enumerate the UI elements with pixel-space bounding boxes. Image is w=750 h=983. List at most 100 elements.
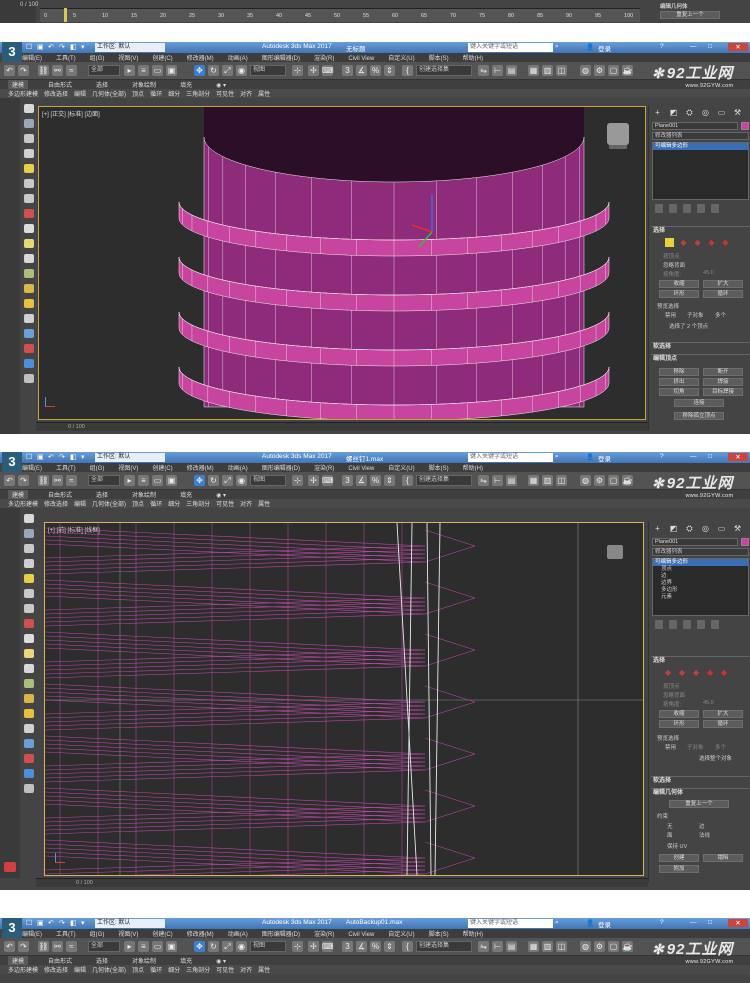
quick-access-icon[interactable]: ☐ <box>26 919 32 927</box>
modifier-list-dropdown[interactable]: 修改器列表 <box>652 548 749 556</box>
quick-access-icon[interactable]: ↶ <box>48 453 54 461</box>
stack-item[interactable]: 边 <box>653 573 748 580</box>
ribbon-tab[interactable]: 对象绘制 <box>128 80 160 89</box>
ribbon-panel-label[interactable]: 循环 <box>150 965 162 974</box>
maximize-icon[interactable]: □ <box>708 453 712 460</box>
menu-item[interactable]: 创建(C) <box>152 463 172 472</box>
image-icon[interactable] <box>24 119 34 128</box>
menu-item[interactable]: 编辑(E) <box>22 53 42 62</box>
joint-icon[interactable] <box>24 209 34 218</box>
named-selection-dropdown[interactable]: 创建选择集 <box>416 941 472 952</box>
rollout-soft-header[interactable]: 软选择 <box>651 776 749 785</box>
utilities-tab-icon[interactable]: ⚒ <box>733 108 742 117</box>
ribbon-panel-label[interactable]: 顶点 <box>132 965 144 974</box>
grid-icon[interactable] <box>24 739 34 748</box>
box-icon[interactable] <box>24 224 34 233</box>
ribbon-tab[interactable]: 填充 <box>176 956 196 965</box>
menu-item[interactable]: 渲染(R) <box>314 463 334 472</box>
curve-editor-icon[interactable]: ◫ <box>556 475 567 486</box>
layers-icon[interactable]: ▤ <box>506 941 517 952</box>
attach-button[interactable]: 附加 <box>659 865 699 873</box>
user-icon[interactable]: 👤 <box>586 919 594 927</box>
ribbon-tab[interactable]: 对象绘制 <box>128 956 160 965</box>
user-icon[interactable]: 👤 <box>586 453 594 461</box>
ribbon-tab[interactable]: 建模 <box>8 80 29 89</box>
stack-item[interactable]: 边界 <box>653 580 748 587</box>
keyboard-shortcut-icon[interactable]: ⌨ <box>322 65 334 76</box>
select-icon[interactable]: ▸ <box>124 941 135 952</box>
snap-icon[interactable]: 3 <box>342 65 353 76</box>
scale-icon[interactable]: ⤢ <box>222 65 233 76</box>
graph-editor-icon[interactable]: ▥ <box>542 941 553 952</box>
selection-filter-dropdown[interactable]: 全部 <box>88 941 120 952</box>
preview-off[interactable]: 禁用 <box>665 743 676 751</box>
ribbon-panel-label[interactable]: 循环 <box>150 499 162 508</box>
reference-coord-dropdown[interactable]: 视图 <box>250 65 286 76</box>
menu-item[interactable]: 创建(C) <box>152 929 172 938</box>
rotate-icon[interactable]: ↻ <box>208 475 219 486</box>
panel-icon[interactable] <box>24 149 34 158</box>
menu-item[interactable]: 图形编辑器(D) <box>262 463 300 472</box>
undo-icon[interactable]: ↶ <box>4 475 15 486</box>
ribbon-tab[interactable]: 填充 <box>176 80 196 89</box>
edit-vertex-button[interactable]: 断开 <box>703 368 743 376</box>
ribbon-panel-label[interactable]: 几何体(全部) <box>92 965 126 974</box>
list-icon[interactable] <box>24 134 34 143</box>
rollout-soft-header[interactable]: 软选择 <box>651 342 749 351</box>
modify-tab-icon[interactable]: ◩ <box>669 108 678 117</box>
list-icon[interactable] <box>24 544 34 553</box>
render-icon[interactable]: ☕ <box>622 65 633 76</box>
edit-vertex-button[interactable]: 连接 <box>674 399 724 407</box>
quick-access-icon[interactable]: ◧ <box>70 919 77 927</box>
remove-modifier-icon[interactable] <box>697 620 705 629</box>
make-unique-icon[interactable] <box>683 204 691 213</box>
lightbulb-icon[interactable] <box>24 164 34 173</box>
select-icon[interactable]: ▸ <box>124 475 135 486</box>
stack-item[interactable]: 可编辑多边形 <box>653 559 748 566</box>
scene-explorer-icon[interactable]: ▦ <box>528 65 539 76</box>
material-editor-icon[interactable]: ◍ <box>580 941 591 952</box>
redo-icon[interactable]: ↷ <box>18 475 29 486</box>
ribbon-panel-label[interactable]: 顶点 <box>132 89 144 98</box>
lightbulb-icon[interactable] <box>24 574 34 583</box>
menu-item[interactable]: 创建(C) <box>152 53 172 62</box>
undo-icon[interactable]: ↶ <box>4 65 15 76</box>
reference-coord-dropdown[interactable]: 视图 <box>250 475 286 486</box>
constraint-face[interactable]: 面 <box>667 831 673 839</box>
bind-icon[interactable]: ≈ <box>66 941 77 952</box>
modifier-list-dropdown[interactable]: 修改器列表 <box>652 132 749 140</box>
minimize-icon[interactable]: — <box>690 43 697 50</box>
cone-icon[interactable] <box>24 694 34 703</box>
render-frame-icon[interactable]: ▢ <box>608 65 619 76</box>
vertex-mode-icon[interactable]: ◆ <box>665 668 671 677</box>
select-manipulate-icon[interactable]: ✢ <box>308 475 319 486</box>
display-tab-icon[interactable]: ▭ <box>717 108 726 117</box>
rollout-select-header[interactable]: 选择 <box>651 656 749 665</box>
element-mode-icon[interactable]: ◆ <box>721 668 727 677</box>
quick-access-icon[interactable]: ↷ <box>59 453 65 461</box>
rotate-icon[interactable]: ↻ <box>208 941 219 952</box>
ribbon-panel-label[interactable]: 对齐 <box>240 965 252 974</box>
menu-item[interactable]: 视图(V) <box>118 929 138 938</box>
angle-snap-icon[interactable]: ∡ <box>356 941 367 952</box>
select-manipulate-icon[interactable]: ✢ <box>308 941 319 952</box>
layers-icon[interactable]: ▤ <box>506 475 517 486</box>
edit-named-sel-icon[interactable]: { <box>402 65 413 76</box>
gear-icon[interactable] <box>24 374 34 383</box>
align-icon[interactable]: ⊢ <box>492 65 503 76</box>
polygon-mode-icon[interactable]: ◆ <box>707 668 713 677</box>
display-tab-icon[interactable]: ▭ <box>717 524 726 533</box>
curve-editor-icon[interactable]: ◫ <box>556 941 567 952</box>
timeline-bar[interactable]: 0 / 100 <box>36 422 648 431</box>
ribbon-panel-label[interactable]: 几何体(全部) <box>92 89 126 98</box>
menu-item[interactable]: 动画(A) <box>228 463 248 472</box>
percent-snap-icon[interactable]: % <box>370 65 381 76</box>
constraint-normal[interactable]: 法线 <box>699 831 710 839</box>
grow-button[interactable]: 扩大 <box>703 710 743 718</box>
help-icon[interactable]: ? <box>660 453 664 460</box>
keyboard-shortcut-icon[interactable]: ⌨ <box>322 475 334 486</box>
stack-item[interactable]: 顶点 <box>653 566 748 573</box>
sphere-icon[interactable] <box>24 254 34 263</box>
unlink-icon[interactable]: ⚯ <box>52 941 63 952</box>
shrink-button[interactable]: 收缩 <box>659 710 699 718</box>
